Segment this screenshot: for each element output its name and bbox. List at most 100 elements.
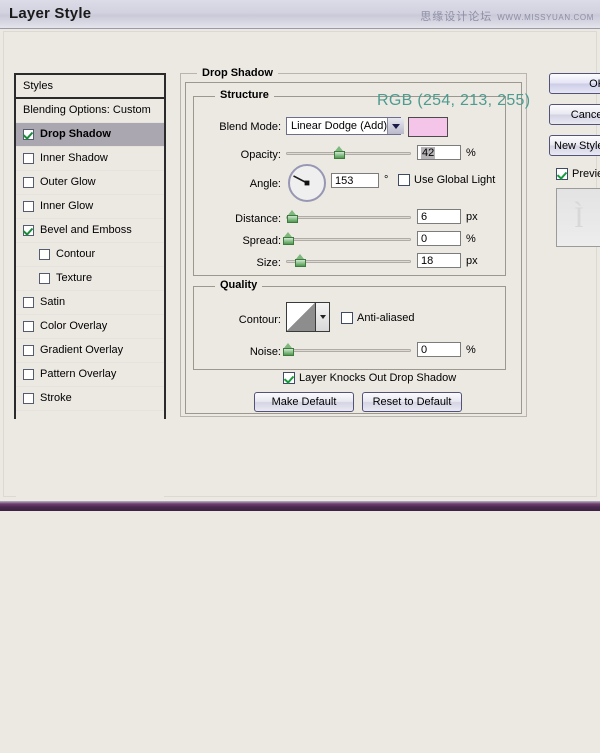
style-list-item-label: Stroke	[40, 392, 72, 404]
blend-mode-value: Linear Dodge (Add)	[291, 120, 388, 132]
preview-label: Preview	[572, 168, 600, 180]
dialog-body: Styles Blending Options: Custom Drop Shad…	[0, 29, 600, 753]
layer-knocks-out-checkbox[interactable]	[283, 372, 295, 384]
style-list-item[interactable]: Drop Shadow	[16, 123, 164, 147]
page-title: Layer Style	[9, 5, 92, 22]
preview-checkbox-row[interactable]: Preview	[556, 168, 600, 180]
new-style-button[interactable]: New Style...	[549, 135, 600, 156]
preview-checkbox[interactable]	[556, 168, 568, 180]
angle-label: Angle:	[249, 178, 281, 190]
styles-list-rows: Blending Options: Custom Drop Shadow Inner…	[16, 99, 164, 411]
style-enable-checkbox[interactable]	[39, 249, 50, 260]
opacity-slider-track	[286, 152, 411, 155]
opacity-input[interactable]: 42	[417, 145, 461, 160]
noise-slider[interactable]	[283, 343, 411, 357]
style-enable-checkbox[interactable]	[23, 129, 34, 140]
style-enable-checkbox[interactable]	[23, 177, 34, 188]
opacity-unit: %	[466, 147, 476, 159]
style-enable-checkbox[interactable]	[39, 273, 50, 284]
use-global-light-checkbox-row[interactable]: Use Global Light	[398, 174, 495, 186]
style-list-item[interactable]: Color Overlay	[16, 315, 164, 339]
style-list-item-label: Drop Shadow	[40, 128, 111, 140]
spread-unit: %	[466, 233, 476, 245]
anti-aliased-checkbox-row[interactable]: Anti-aliased	[341, 312, 414, 324]
use-global-light-checkbox[interactable]	[398, 174, 410, 186]
style-enable-checkbox[interactable]	[23, 297, 34, 308]
style-list-item-label: Outer Glow	[40, 176, 96, 188]
noise-unit: %	[466, 344, 476, 356]
anti-aliased-checkbox[interactable]	[341, 312, 353, 324]
noise-value: 0	[421, 344, 428, 356]
distance-slider[interactable]	[286, 210, 411, 224]
style-list-item-label: Pattern Overlay	[40, 368, 117, 380]
angle-value: 153	[335, 175, 354, 187]
use-global-light-label: Use Global Light	[414, 174, 496, 186]
distance-slider-thumb[interactable]	[287, 210, 298, 223]
style-enable-checkbox[interactable]	[23, 201, 34, 212]
distance-unit: px	[466, 211, 478, 223]
cancel-button[interactable]: Cancel	[549, 104, 600, 125]
style-enable-checkbox[interactable]	[23, 393, 34, 404]
style-list-item[interactable]: Inner Shadow	[16, 147, 164, 171]
ok-button[interactable]: OK	[549, 73, 600, 94]
shadow-color-swatch[interactable]	[408, 117, 448, 137]
spread-value: 0	[421, 233, 428, 245]
layer-knocks-out-checkbox-row[interactable]: Layer Knocks Out Drop Shadow	[283, 372, 456, 384]
style-list-item[interactable]: Outer Glow	[16, 171, 164, 195]
spread-label: Spread:	[242, 235, 281, 247]
angle-unit: °	[384, 174, 389, 186]
contour-preset-picker[interactable]	[286, 302, 330, 332]
style-list-item[interactable]: Satin	[16, 291, 164, 315]
distance-input[interactable]: 6	[417, 209, 461, 224]
size-input[interactable]: 18	[417, 253, 461, 268]
quality-group-label: Quality	[215, 279, 263, 291]
layer-knocks-out-label: Layer Knocks Out Drop Shadow	[299, 372, 457, 384]
opacity-label: Opacity:	[240, 149, 281, 161]
style-enable-checkbox[interactable]	[23, 321, 34, 332]
size-slider[interactable]	[286, 254, 411, 268]
noise-input[interactable]: 0	[417, 342, 461, 357]
angle-dial-needle	[293, 175, 310, 186]
size-label: Size:	[256, 257, 281, 269]
reset-to-default-button[interactable]: Reset to Default	[362, 392, 462, 412]
watermark-url: WWW.MISSYUAN.COM	[497, 13, 594, 22]
spread-slider[interactable]	[283, 232, 411, 246]
style-enable-checkbox[interactable]	[23, 345, 34, 356]
opacity-slider[interactable]	[286, 146, 411, 160]
opacity-slider-thumb[interactable]	[334, 146, 345, 159]
size-slider-thumb[interactable]	[295, 254, 306, 267]
chevron-down-icon[interactable]	[387, 118, 405, 134]
size-value: 18	[421, 255, 434, 267]
make-default-button[interactable]: Make Default	[254, 392, 354, 412]
style-list-item[interactable]: Stroke	[16, 387, 164, 411]
ok-label: OK	[589, 77, 600, 90]
style-list-item-label: Gradient Overlay	[40, 344, 124, 356]
bottom-accent-strip	[0, 501, 600, 511]
style-list-item[interactable]: Blending Options: Custom	[16, 99, 164, 123]
style-list-item[interactable]: Pattern Overlay	[16, 363, 164, 387]
structure-group-label: Structure	[215, 89, 274, 101]
angle-input[interactable]: 153	[331, 173, 379, 188]
style-enable-checkbox[interactable]	[23, 369, 34, 380]
style-list-item[interactable]: Gradient Overlay	[16, 339, 164, 363]
angle-dial[interactable]	[288, 164, 326, 202]
spread-slider-track	[286, 238, 411, 241]
style-list-item-label: Satin	[40, 296, 66, 308]
style-enable-checkbox[interactable]	[23, 225, 34, 236]
style-enable-checkbox[interactable]	[23, 153, 34, 164]
size-unit: px	[466, 255, 478, 267]
preview-thumbnail: Ì	[556, 188, 600, 247]
spread-input[interactable]: 0	[417, 231, 461, 246]
blend-mode-dropdown[interactable]: Linear Dodge (Add)	[286, 117, 405, 135]
window-titlebar: Layer Style 思缘设计论坛 WWW.MISSYUAN.COM	[0, 0, 600, 29]
contour-chevron-down-icon[interactable]	[315, 303, 329, 331]
contour-curve-preview	[287, 303, 315, 331]
style-list-item[interactable]: Inner Glow	[16, 195, 164, 219]
style-list-item[interactable]: Texture	[16, 267, 164, 291]
style-list-item[interactable]: Contour	[16, 243, 164, 267]
noise-label: Noise:	[249, 346, 281, 358]
distance-slider-track	[286, 216, 411, 219]
noise-slider-thumb[interactable]	[283, 343, 294, 356]
spread-slider-thumb[interactable]	[283, 232, 294, 245]
style-list-item[interactable]: Bevel and Emboss	[16, 219, 164, 243]
